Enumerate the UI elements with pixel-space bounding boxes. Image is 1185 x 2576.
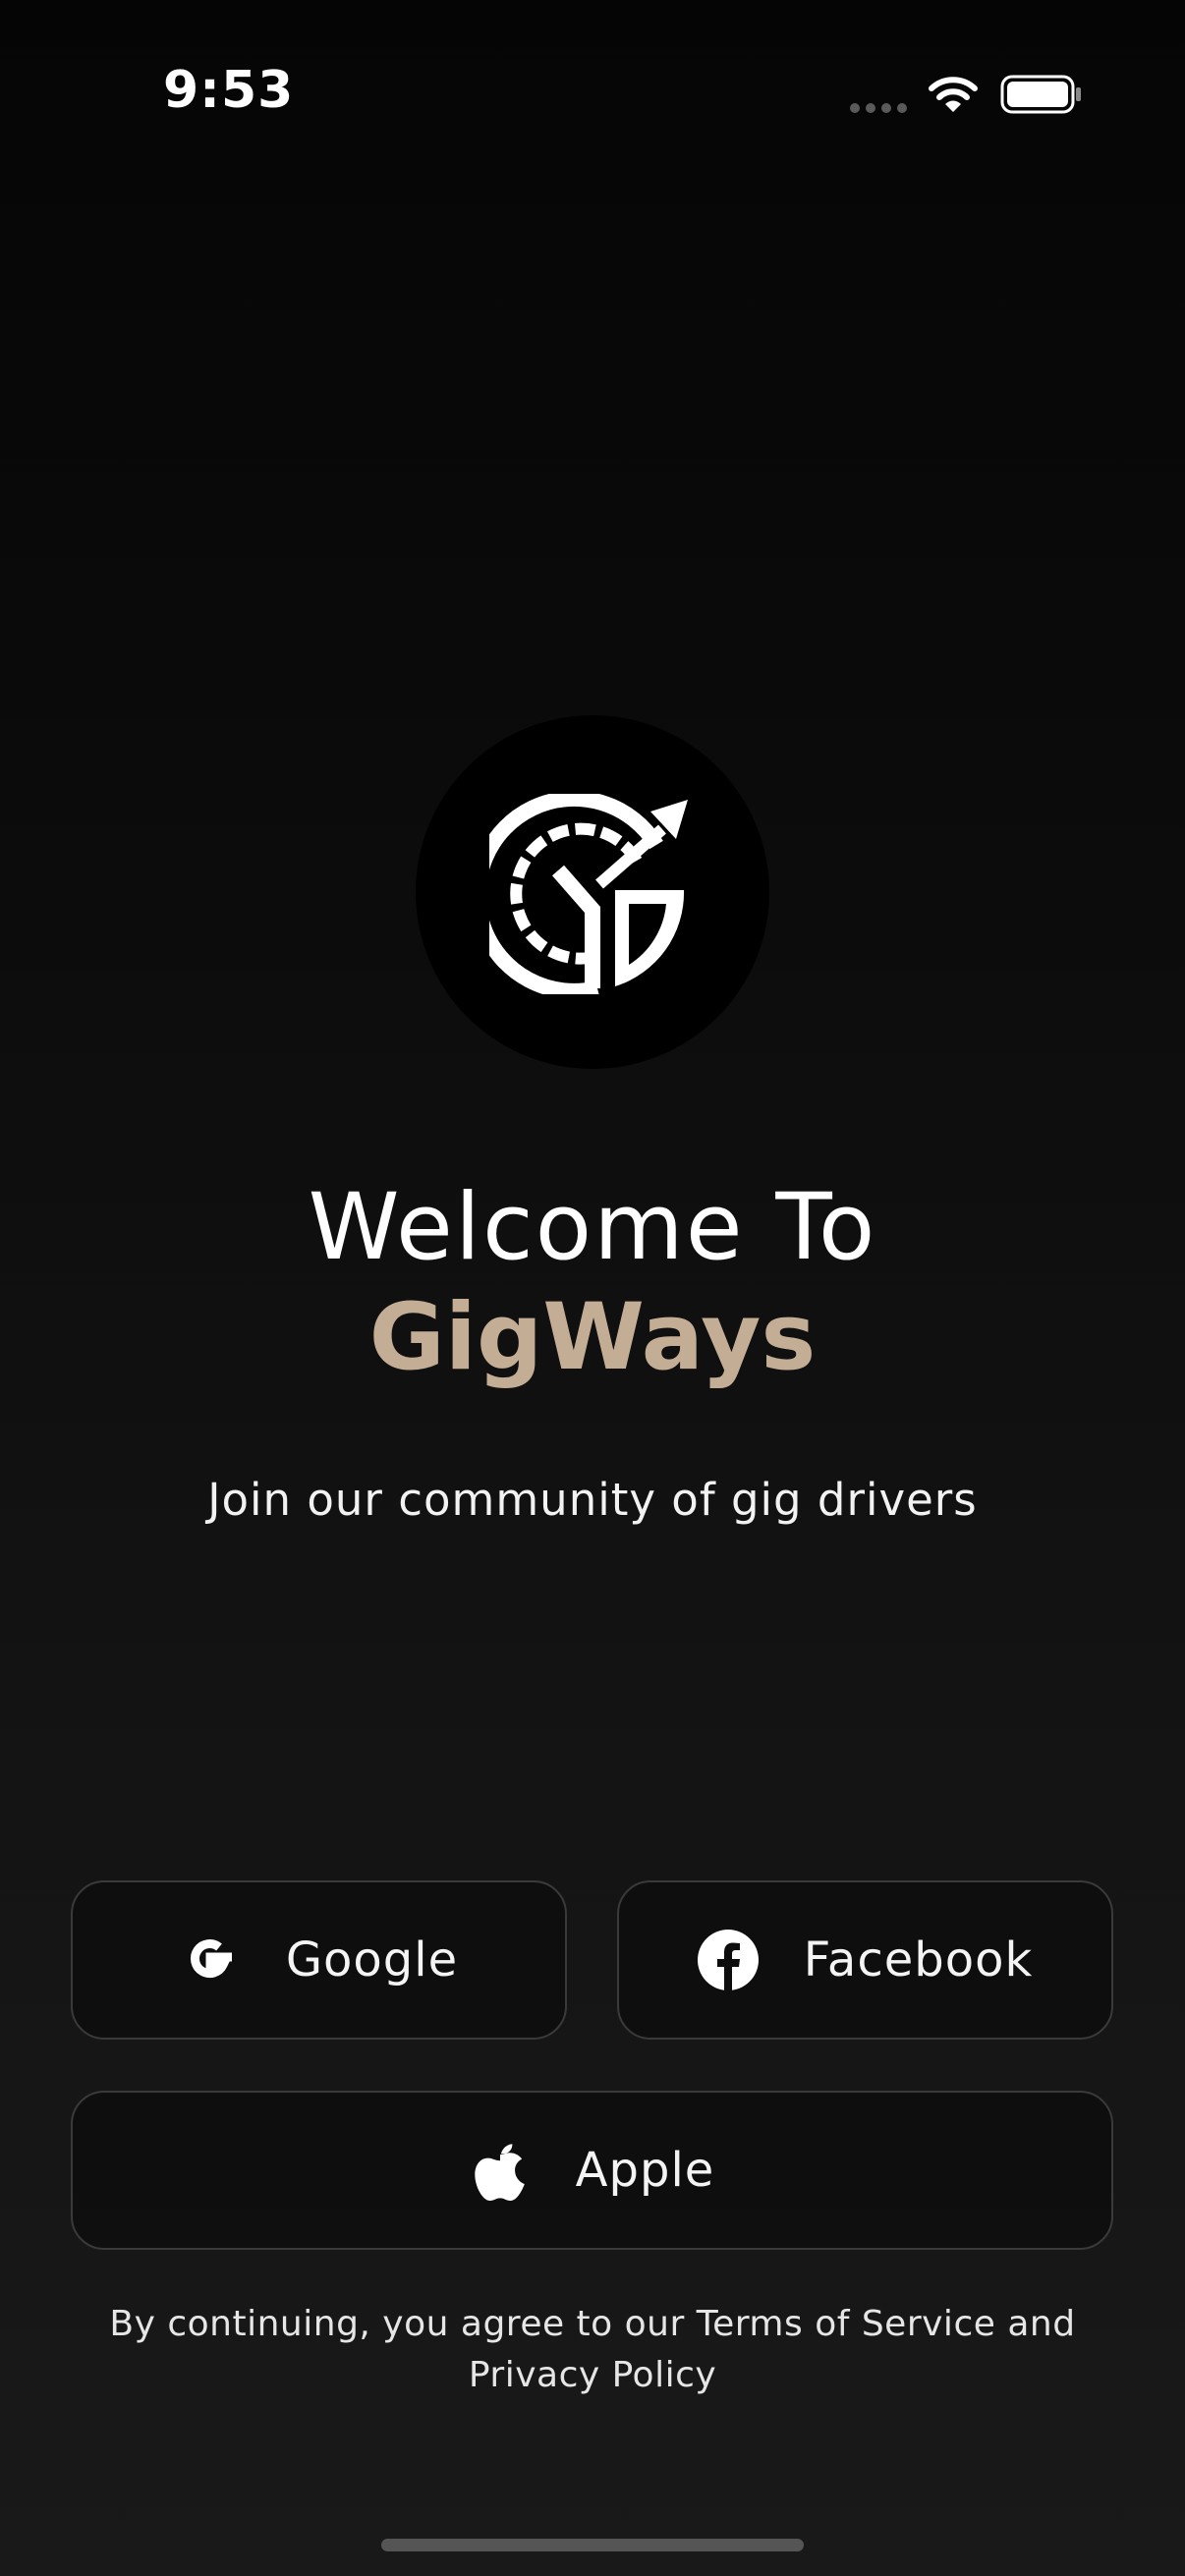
apple-button-label: Apple <box>575 2143 715 2198</box>
status-time: 9:53 <box>163 61 295 120</box>
signal-dots-icon <box>850 103 907 113</box>
google-icon <box>190 1939 232 1978</box>
gigways-logo-icon <box>489 794 688 994</box>
apple-signin-button[interactable]: Apple <box>71 2091 1113 2250</box>
legal-notice: By continuing, you agree to our Terms of… <box>98 2299 1087 2401</box>
google-signin-button[interactable]: Google <box>71 1880 567 2040</box>
legal-line-1: By continuing, you agree to our Terms of… <box>109 2304 1076 2344</box>
apple-icon <box>474 2144 525 2201</box>
google-button-label: Google <box>285 1932 459 1988</box>
facebook-icon <box>697 1930 759 1990</box>
facebook-button-label: Facebook <box>803 1932 1034 1988</box>
status-bar: 9:53 <box>0 0 1185 177</box>
legal-line-2: Privacy Policy <box>468 2355 717 2395</box>
facebook-signin-button[interactable]: Facebook <box>617 1880 1113 2040</box>
tagline: Join our community of gig drivers <box>207 1474 978 1526</box>
wifi-icon <box>929 77 978 112</box>
brand-name: GigWays <box>368 1284 817 1391</box>
welcome-title: Welcome To <box>308 1174 877 1281</box>
home-indicator[interactable] <box>381 2539 804 2551</box>
battery-icon <box>1000 75 1081 114</box>
